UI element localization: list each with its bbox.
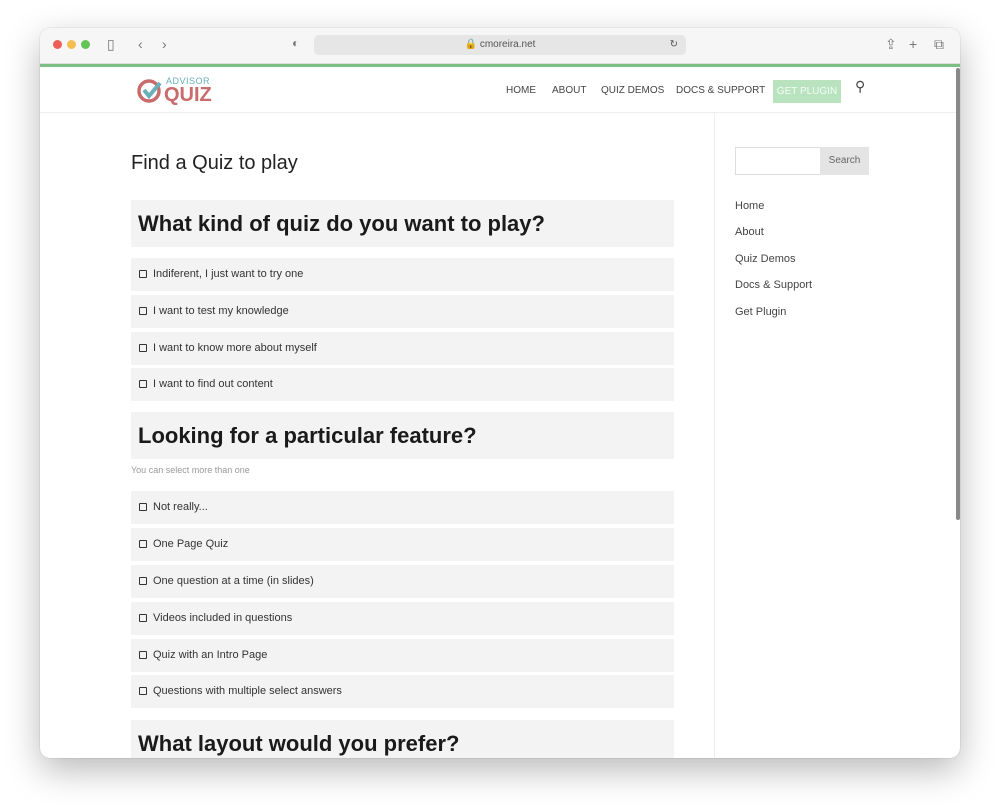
question-heading: Looking for a particular feature? xyxy=(131,412,674,459)
checkbox[interactable] xyxy=(139,540,147,548)
option[interactable]: Quiz with an Intro Page xyxy=(131,639,674,672)
option-label: I want to know more about myself xyxy=(153,342,317,354)
minimize-button[interactable] xyxy=(67,40,76,49)
check-logo-icon xyxy=(137,79,162,103)
help-text: You can select more than one xyxy=(131,465,250,475)
tabs-icon[interactable]: ⧉ xyxy=(934,36,944,53)
option-label: Indiferent, I just want to try one xyxy=(153,268,304,280)
forward-icon[interactable]: › xyxy=(162,36,167,52)
get-plugin-button[interactable]: GET PLUGIN xyxy=(773,80,841,103)
nav-home[interactable]: HOME xyxy=(506,85,536,96)
shield-icon[interactable]: ◐ xyxy=(292,36,299,50)
new-tab-icon[interactable]: + xyxy=(909,36,917,52)
site-header: ADVISOR QUIZ HOME ABOUT QUIZ DEMOS DOCS … xyxy=(40,67,960,113)
sidebar-search-input[interactable] xyxy=(735,147,821,175)
option-label: Videos included in questions xyxy=(153,612,293,624)
browser-toolbar: ▯ ‹ › ◐ 🔒 cmoreira.net ↻ ⇪ + ⧉ xyxy=(40,28,960,64)
checkbox[interactable] xyxy=(139,651,147,659)
option-label: Not really... xyxy=(153,501,208,513)
question-heading: What layout would you prefer? xyxy=(131,720,674,758)
maximize-button[interactable] xyxy=(81,40,90,49)
option[interactable]: I want to test my knowledge xyxy=(131,295,674,328)
logo-bottom-text: QUIZ xyxy=(164,84,212,106)
option-label: I want to test my knowledge xyxy=(153,305,289,317)
sidebar-link-get-plugin[interactable]: Get Plugin xyxy=(735,306,786,318)
sidebar-search-button[interactable]: Search xyxy=(820,147,869,175)
option[interactable]: Not really... xyxy=(131,491,674,524)
sidebar-link-home[interactable]: Home xyxy=(735,200,764,212)
option[interactable]: Videos included in questions xyxy=(131,602,674,635)
checkbox[interactable] xyxy=(139,687,147,695)
nav-about[interactable]: ABOUT xyxy=(552,85,586,96)
page-title: Find a Quiz to play xyxy=(131,152,298,174)
address-bar[interactable]: 🔒 cmoreira.net ↻ xyxy=(314,35,686,55)
option[interactable]: Questions with multiple select answers xyxy=(131,675,674,708)
search-icon[interactable]: ⚲ xyxy=(855,78,865,95)
option-label: Questions with multiple select answers xyxy=(153,685,342,697)
option-label: Quiz with an Intro Page xyxy=(153,649,268,661)
option[interactable]: I want to know more about myself xyxy=(131,332,674,365)
checkbox[interactable] xyxy=(139,577,147,585)
nav-quiz-demos[interactable]: QUIZ DEMOS xyxy=(601,85,664,96)
browser-window: ▯ ‹ › ◐ 🔒 cmoreira.net ↻ ⇪ + ⧉ ADVISOR QU… xyxy=(40,28,960,758)
option[interactable]: One question at a time (in slides) xyxy=(131,565,674,598)
checkbox[interactable] xyxy=(139,307,147,315)
option[interactable]: Indiferent, I just want to try one xyxy=(131,258,674,291)
scrollbar[interactable] xyxy=(956,68,960,520)
site-logo[interactable]: ADVISOR QUIZ xyxy=(136,75,216,107)
question-heading: What kind of quiz do you want to play? xyxy=(131,200,674,247)
checkbox[interactable] xyxy=(139,503,147,511)
sidebar-link-docs-support[interactable]: Docs & Support xyxy=(735,279,812,291)
share-icon[interactable]: ⇪ xyxy=(885,36,897,53)
sidebar-link-about[interactable]: About xyxy=(735,226,764,238)
checkbox[interactable] xyxy=(139,380,147,388)
sidebar-link-quiz-demos[interactable]: Quiz Demos xyxy=(735,253,796,265)
nav-docs-support[interactable]: DOCS & SUPPORT xyxy=(676,85,765,96)
checkbox[interactable] xyxy=(139,344,147,352)
option[interactable]: I want to find out content xyxy=(131,368,674,401)
option-label: I want to find out content xyxy=(153,378,273,390)
sidebar-divider xyxy=(714,112,715,758)
option-label: One question at a time (in slides) xyxy=(153,575,314,587)
checkbox[interactable] xyxy=(139,270,147,278)
back-icon[interactable]: ‹ xyxy=(138,36,143,52)
close-button[interactable] xyxy=(53,40,62,49)
url-text: cmoreira.net xyxy=(479,39,536,50)
option[interactable]: One Page Quiz xyxy=(131,528,674,561)
sidebar-icon[interactable]: ▯ xyxy=(107,36,115,53)
reload-icon[interactable]: ↻ xyxy=(670,35,678,55)
checkbox[interactable] xyxy=(139,614,147,622)
option-label: One Page Quiz xyxy=(153,538,229,550)
